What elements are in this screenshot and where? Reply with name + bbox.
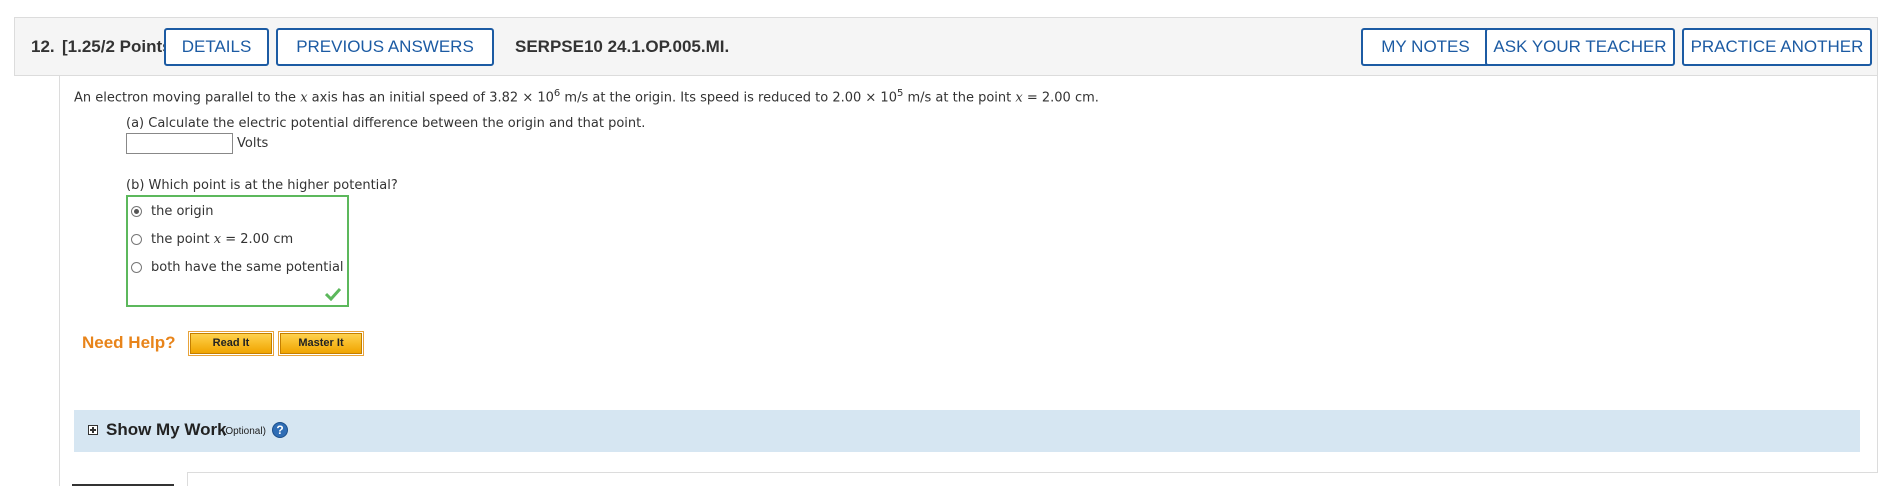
part-a-question: (a) Calculate the electric potential dif… — [126, 116, 646, 131]
ask-your-teacher-button[interactable]: ASK YOUR TEACHER — [1485, 28, 1675, 66]
problem-prompt: An electron moving parallel to the x axi… — [74, 88, 1099, 106]
need-help-label: Need Help? — [82, 333, 176, 352]
show-my-work-panel[interactable]: Show My Work (Optional) ? — [74, 410, 1860, 452]
checkmark-icon — [325, 287, 341, 301]
question-circle-icon[interactable]: ? — [272, 422, 288, 438]
question-header: 12. [1.25/2 Points] DETAILS PREVIOUS ANS… — [14, 17, 1878, 76]
question-points: [1.25/2 Points] — [62, 37, 178, 56]
question-code: SERPSE10 24.1.OP.005.MI. — [515, 37, 730, 56]
part-b-options: the origin the point x = 2.00 cm both ha… — [126, 195, 349, 307]
radio-selected-icon[interactable] — [131, 206, 142, 217]
content-border-right — [1877, 76, 1878, 472]
part-b-question: (b) Which point is at the higher potenti… — [126, 178, 398, 193]
expand-icon[interactable] — [88, 425, 98, 435]
part-a-units: Volts — [237, 136, 269, 151]
read-it-button[interactable]: Read It — [188, 331, 274, 356]
practice-another-button[interactable]: PRACTICE ANOTHER — [1682, 28, 1872, 66]
show-my-work-optional: (Optional) — [222, 426, 266, 437]
part-a-answer-input[interactable] — [126, 133, 233, 154]
content-border-left — [59, 76, 60, 486]
radio-icon[interactable] — [131, 234, 142, 245]
my-notes-button[interactable]: MY NOTES — [1361, 28, 1490, 66]
question-number: 12. — [31, 37, 55, 56]
previous-answers-button[interactable]: PREVIOUS ANSWERS — [276, 28, 494, 66]
content-border-notch — [187, 472, 188, 486]
show-my-work-title[interactable]: Show My Work — [106, 420, 227, 440]
content-border-bottom — [188, 472, 1878, 473]
master-it-button[interactable]: Master It — [278, 331, 364, 356]
details-button[interactable]: DETAILS — [164, 28, 269, 66]
radio-icon[interactable] — [131, 262, 142, 273]
